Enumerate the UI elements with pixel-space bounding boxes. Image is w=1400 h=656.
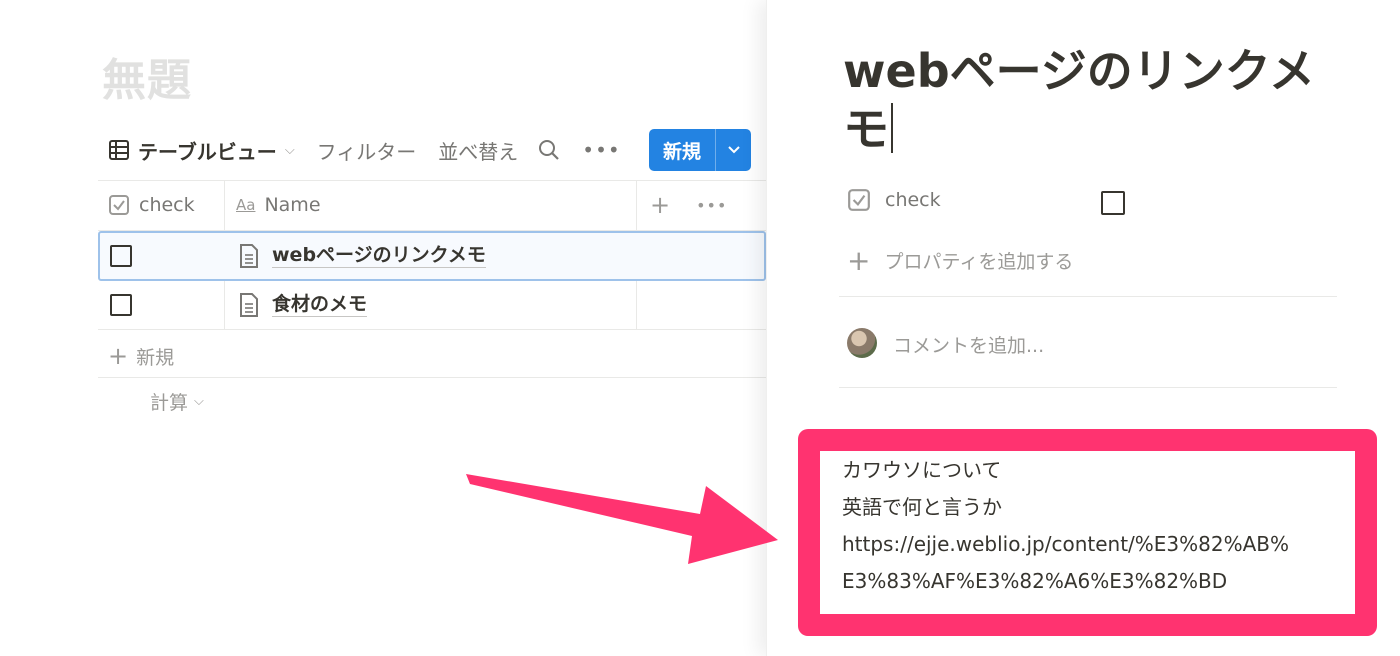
calculate-button[interactable]: 計算 ⌵ [150, 388, 204, 415]
view-label: テーブルビュー [138, 139, 277, 164]
comment-input[interactable]: コメントを追加... [893, 331, 1044, 358]
table-divider [98, 377, 766, 378]
column-header-label: Name [264, 194, 321, 216]
search-icon[interactable] [538, 139, 560, 161]
content-line[interactable]: 英語で何と言うか [842, 489, 1342, 526]
page-content[interactable]: カワウソについて 英語で何と言うか https://ejje.weblio.jp… [842, 452, 1342, 600]
property-check[interactable]: check [847, 188, 941, 212]
column-header-label: check [139, 194, 195, 216]
checkbox-property-icon [109, 195, 129, 215]
arrow-icon [466, 474, 778, 564]
chevron-down-icon: ⌵ [284, 142, 295, 158]
more-icon[interactable]: ••• [696, 196, 727, 215]
peek-title-text[interactable]: webページのリンクメモ [843, 44, 1315, 156]
add-column-icon[interactable]: + [650, 191, 670, 219]
view-switcher[interactable]: テーブルビュー ⌵ [108, 136, 295, 165]
content-line[interactable]: E3%83%AF%E3%82%A6%E3%82%BD [842, 563, 1342, 600]
column-header-name[interactable]: Aa Name [236, 180, 321, 230]
peek-page-title[interactable]: webページのリンクメモ [843, 42, 1343, 158]
add-row-button[interactable]: + 新規 [108, 342, 174, 370]
property-checkbox[interactable] [1101, 191, 1125, 215]
divider [839, 296, 1337, 297]
avatar [847, 328, 877, 358]
add-property-label: プロパティを追加する [884, 251, 1074, 273]
plus-icon: + [108, 342, 129, 370]
text-property-icon: Aa [236, 196, 256, 214]
content-line[interactable]: https://ejje.weblio.jp/content/%E3%82%AB… [842, 526, 1342, 563]
checkbox-property-icon [848, 189, 870, 211]
database-toolbar: テーブルビュー ⌵ フィルター 並べ替え ••• 新規 [108, 128, 758, 172]
page-title[interactable]: 無題 [102, 44, 192, 108]
table-row[interactable]: webページのリンクメモ [98, 231, 766, 281]
table-icon [109, 140, 129, 160]
plus-icon: + [847, 244, 871, 277]
calculate-label: 計算 [150, 392, 189, 414]
new-button-label: 新規 [662, 140, 701, 163]
page-icon [240, 293, 258, 317]
content-line[interactable]: カワウソについて [842, 452, 1342, 489]
row-checkbox[interactable] [110, 294, 132, 316]
new-button[interactable]: 新規 [649, 129, 751, 171]
add-property-button[interactable]: + プロパティを追加する [847, 244, 1073, 277]
divider [839, 387, 1337, 388]
sort-button[interactable]: 並べ替え [438, 136, 518, 165]
chevron-down-icon: ⌵ [194, 394, 204, 409]
add-row-label: 新規 [136, 346, 175, 369]
new-dropdown-chevron-icon[interactable] [715, 129, 751, 171]
column-header-check[interactable]: check [108, 180, 195, 230]
row-name[interactable]: webページのリンクメモ [272, 243, 486, 268]
table-row[interactable]: 食材のメモ [98, 280, 766, 330]
row-name[interactable]: 食材のメモ [272, 292, 368, 317]
row-checkbox[interactable] [110, 245, 132, 267]
more-icon[interactable]: ••• [582, 138, 620, 162]
filter-button[interactable]: フィルター [317, 136, 417, 165]
page-icon [240, 244, 258, 268]
table-divider [98, 329, 766, 330]
column-header-actions: + ••• [650, 180, 727, 230]
text-cursor [891, 103, 893, 153]
property-name: check [885, 189, 941, 211]
